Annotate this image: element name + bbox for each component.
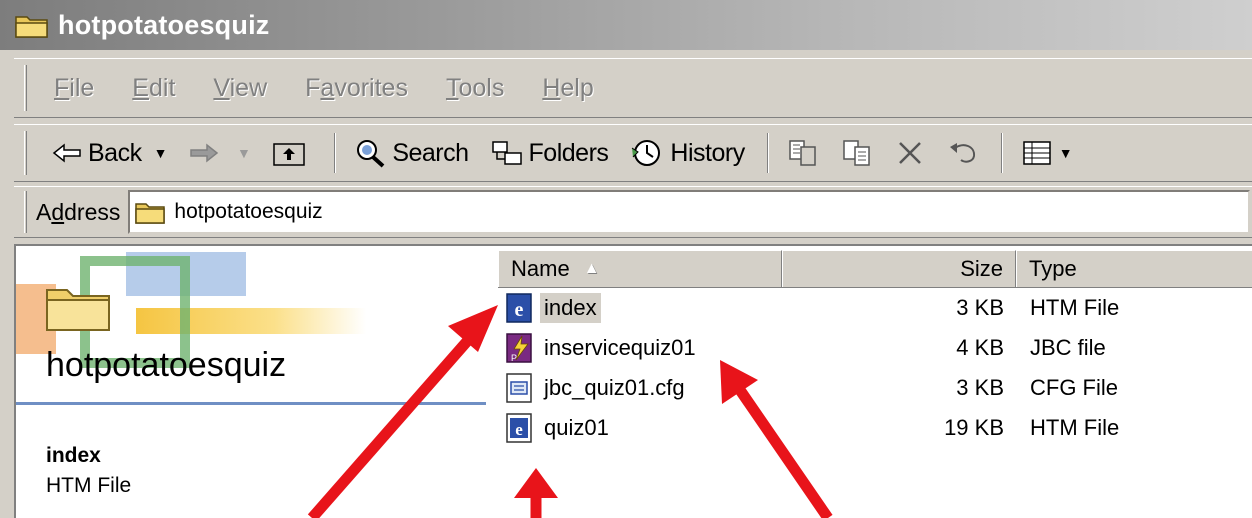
window-title: hotpotatoesquiz <box>58 9 270 40</box>
file-row[interactable]: jbc_quiz01.cfg 3 KB CFG File <box>498 368 1252 408</box>
content-pane: hotpotatoesquiz index HTM File Name ▲ Si… <box>14 244 1252 518</box>
address-label: Address <box>36 198 121 225</box>
file-name: inservicequiz01 <box>544 335 696 360</box>
jbc-file-icon: P <box>506 333 532 363</box>
title-bar: hotpotatoesquiz <box>0 0 1252 50</box>
file-type: CFG File <box>1030 375 1118 400</box>
selected-item-type: HTM File <box>46 474 132 497</box>
forward-dropdown-icon[interactable]: ▼ <box>237 145 251 161</box>
file-size: 19 KB <box>944 415 1004 440</box>
forward-arrow-icon <box>189 143 219 163</box>
menu-file[interactable]: File <box>54 74 94 103</box>
views-icon <box>1021 139 1053 167</box>
delete-icon <box>895 138 925 168</box>
copy-to-button[interactable] <box>841 138 879 168</box>
file-name: index <box>540 293 601 323</box>
webview-info-pane: hotpotatoesquiz index HTM File <box>16 246 486 518</box>
undo-button[interactable] <box>947 140 985 166</box>
move-to-button[interactable] <box>787 138 825 168</box>
htm-file-icon: e <box>506 293 532 323</box>
menu-bar: File Edit View Favorites Tools Help <box>14 58 1252 118</box>
address-value: hotpotatoesquiz <box>174 200 323 223</box>
file-size: 3 KB <box>956 375 1004 400</box>
toolbar-separator <box>1000 133 1003 173</box>
file-name: quiz01 <box>544 415 609 440</box>
menu-grip[interactable] <box>24 65 27 111</box>
toolbar-grip[interactable] <box>24 131 27 175</box>
svg-text:e: e <box>515 299 524 321</box>
folders-icon <box>491 139 523 167</box>
folder-icon <box>135 203 166 224</box>
selected-item-name: index <box>46 444 101 467</box>
sort-ascending-icon: ▲ <box>583 260 600 277</box>
up-folder-icon <box>272 139 306 167</box>
file-row[interactable]: P inservicequiz01 4 KB JBC file <box>498 328 1252 368</box>
menu-help[interactable]: Help <box>542 74 593 103</box>
move-to-icon <box>787 138 819 168</box>
menu-edit[interactable]: Edit <box>132 74 175 103</box>
svg-text:e: e <box>515 420 523 439</box>
column-header-name[interactable]: Name ▲ <box>498 250 782 287</box>
views-dropdown-icon[interactable]: ▼ <box>1059 145 1073 161</box>
folders-button[interactable]: Folders <box>491 139 609 168</box>
toolbar-separator <box>766 133 769 173</box>
copy-to-icon <box>841 138 873 168</box>
large-folder-icon <box>46 289 110 331</box>
standard-toolbar: Back ▼ ▼ Search Folders History ▼ <box>14 124 1252 182</box>
history-icon <box>630 138 664 168</box>
file-row[interactable]: e quiz01 19 KB HTM File <box>498 408 1252 448</box>
file-type: HTM File <box>1030 415 1120 440</box>
folder-icon <box>15 16 48 38</box>
column-header-size[interactable]: Size <box>782 250 1016 287</box>
undo-icon <box>947 140 979 166</box>
menu-favorites[interactable]: Favorites <box>305 74 408 103</box>
folder-heading: hotpotatoesquiz <box>46 346 287 384</box>
back-dropdown-icon[interactable]: ▼ <box>154 145 168 161</box>
file-name: jbc_quiz01.cfg <box>544 375 685 400</box>
toolbar-separator <box>334 133 337 173</box>
address-grip[interactable] <box>24 191 27 233</box>
htm-file-icon: e <box>506 413 532 443</box>
views-button[interactable]: ▼ <box>1021 139 1073 167</box>
cfg-file-icon <box>506 373 532 403</box>
address-input[interactable]: hotpotatoesquiz <box>128 190 1250 234</box>
file-size: 3 KB <box>956 295 1004 320</box>
forward-button[interactable]: ▼ <box>189 143 251 163</box>
menu-tools[interactable]: Tools <box>446 74 504 103</box>
back-arrow-icon <box>52 143 82 163</box>
column-header-type[interactable]: Type <box>1016 250 1252 287</box>
history-button[interactable]: History <box>630 138 745 168</box>
file-row[interactable]: e index 3 KB HTM File <box>498 288 1252 328</box>
search-button[interactable]: Search <box>354 138 469 168</box>
file-list: Name ▲ Size Type e index 3 KB HTM File P… <box>498 250 1252 448</box>
menu-view[interactable]: View <box>213 74 267 103</box>
file-type: HTM File <box>1030 295 1120 320</box>
file-size: 4 KB <box>956 335 1004 360</box>
heading-divider <box>16 402 486 405</box>
back-button[interactable]: Back ▼ <box>52 139 167 168</box>
up-folder-button[interactable] <box>272 139 312 167</box>
svg-text:P: P <box>511 353 517 363</box>
list-header: Name ▲ Size Type <box>498 250 1252 288</box>
search-icon <box>354 138 386 168</box>
delete-button[interactable] <box>895 138 931 168</box>
address-bar: Address hotpotatoesquiz <box>14 186 1252 238</box>
file-type: JBC file <box>1030 335 1106 360</box>
